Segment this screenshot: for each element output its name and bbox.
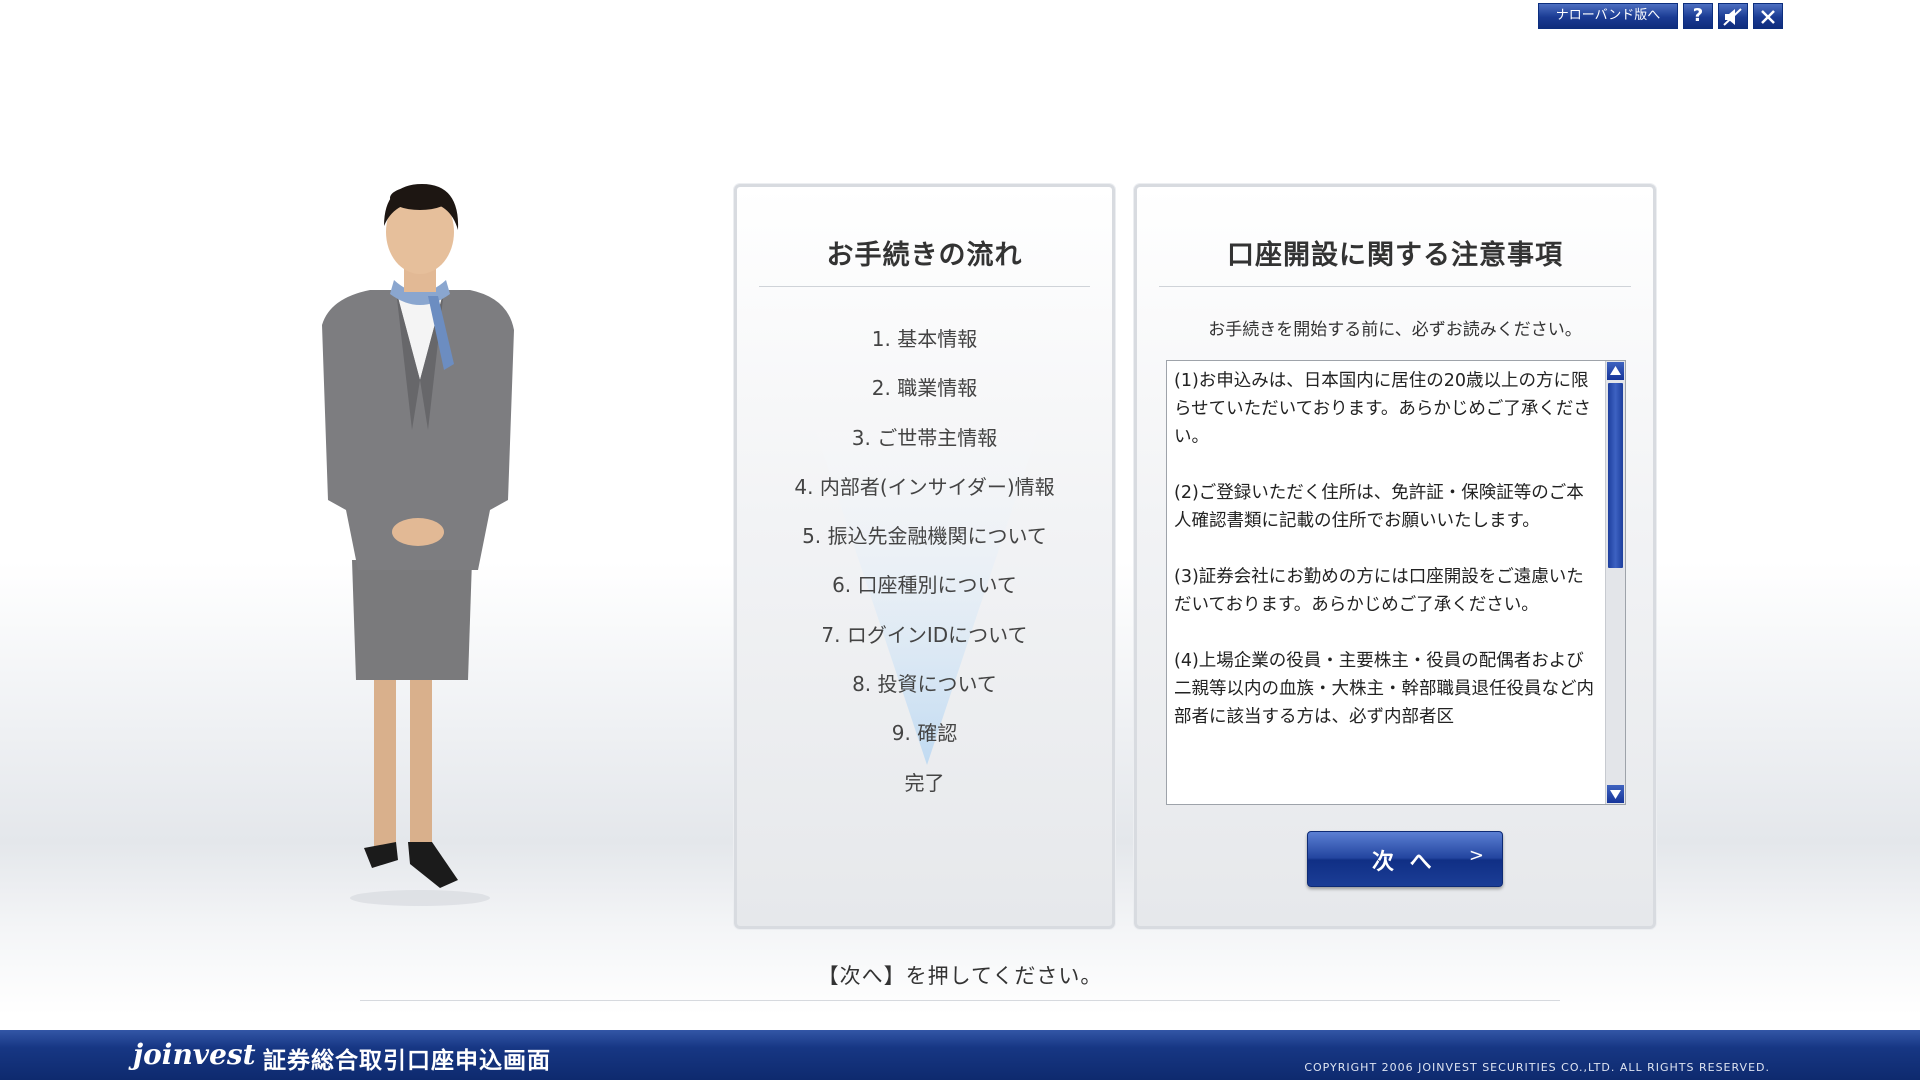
triangle-down-icon <box>1610 790 1621 799</box>
top-toolbar: ナローバンド版へ ? <box>1538 3 1783 29</box>
flow-step-9: 9. 確認 <box>891 721 958 746</box>
notice-item-3: (3)証券会社にお勤めの方には口座開設をご遠慮いただいております。あらかじめご了… <box>1174 567 1584 615</box>
notice-item-2: (2)ご登録いただく住所は、免許証・保険証等のご本人確認書類に記載の住所でお願い… <box>1174 483 1584 531</box>
flow-step-4: 4. 内部者(インサイダー)情報 <box>794 474 1055 499</box>
notice-title: 口座開設に関する注意事項 <box>1159 233 1631 287</box>
speaker-off-icon <box>1723 8 1742 26</box>
scroll-up-button[interactable] <box>1607 362 1624 380</box>
scroll-down-button[interactable] <box>1607 785 1624 803</box>
divider <box>360 1000 1560 1001</box>
notice-text: (1)お申込みは、日本国内に居住の20歳以上の方に限らせていただいております。あ… <box>1174 367 1598 759</box>
footer-title: 証券総合取引口座申込画面 <box>263 1048 551 1074</box>
close-icon <box>1761 10 1775 24</box>
close-button[interactable] <box>1753 3 1783 29</box>
footer-bar: joinvest 証券総合取引口座申込画面 COPYRIGHT 2006 JOI… <box>0 1030 1920 1080</box>
next-button[interactable]: 次 へ > <box>1307 831 1503 887</box>
flow-step-list: 1. 基本情報 2. 職業情報 3. ご世帯主情報 4. 内部者(インサイダー)… <box>737 315 1112 808</box>
brand-logo: joinvest <box>133 1038 256 1071</box>
chevron-right-icon: > <box>1468 845 1488 866</box>
notice-item-4: (4)上場企業の役員・主要株主・役員の配偶者および二親等以内の血族・大株主・幹部… <box>1174 651 1594 727</box>
flow-step-8: 8. 投資について <box>852 672 997 697</box>
flow-step-1: 1. 基本情報 <box>871 327 978 351</box>
flow-step-5: 5. 振込先金融機関について <box>802 524 1047 549</box>
procedure-flow-panel: お手続きの流れ 1. 基本情報 2. 職業情報 3. ご世帯主情報 4. 内部者… <box>734 184 1115 929</box>
notice-scroll-box[interactable]: (1)お申込みは、日本国内に居住の20歳以上の方に限らせていただいております。あ… <box>1166 360 1626 805</box>
triangle-up-icon <box>1610 366 1621 375</box>
mute-button[interactable] <box>1718 3 1748 29</box>
flow-step-7: 7. ログインIDについて <box>821 622 1028 647</box>
notice-intro: お手続きを開始する前に、必ずお読みください。 <box>1208 320 1582 340</box>
account-notice-panel: 口座開設に関する注意事項 お手続きを開始する前に、必ずお読みください。 (1)お… <box>1134 184 1656 929</box>
next-button-label: 次 へ <box>1372 850 1436 875</box>
flow-step-3: 3. ご世帯主情報 <box>851 425 998 450</box>
notice-scrollbar[interactable] <box>1605 361 1625 804</box>
scroll-thumb[interactable] <box>1608 383 1623 568</box>
copyright-text: COPYRIGHT 2006 JOINVEST SECURITIES CO.,L… <box>1304 1061 1770 1074</box>
flow-title: お手続きの流れ <box>759 233 1090 287</box>
help-button[interactable]: ? <box>1683 3 1713 29</box>
flow-step-6: 6. 口座種別について <box>832 573 1017 598</box>
flow-step-2: 2. 職業情報 <box>871 376 978 401</box>
instruction-text: 【次へ】を押してください。 <box>817 964 1103 988</box>
notice-item-1: (1)お申込みは、日本国内に居住の20歳以上の方に限らせていただいております。あ… <box>1174 371 1591 447</box>
flow-step-complete: 完了 <box>904 770 945 795</box>
narrowband-version-button[interactable]: ナローバンド版へ <box>1538 3 1678 29</box>
operator-figure <box>322 184 514 906</box>
